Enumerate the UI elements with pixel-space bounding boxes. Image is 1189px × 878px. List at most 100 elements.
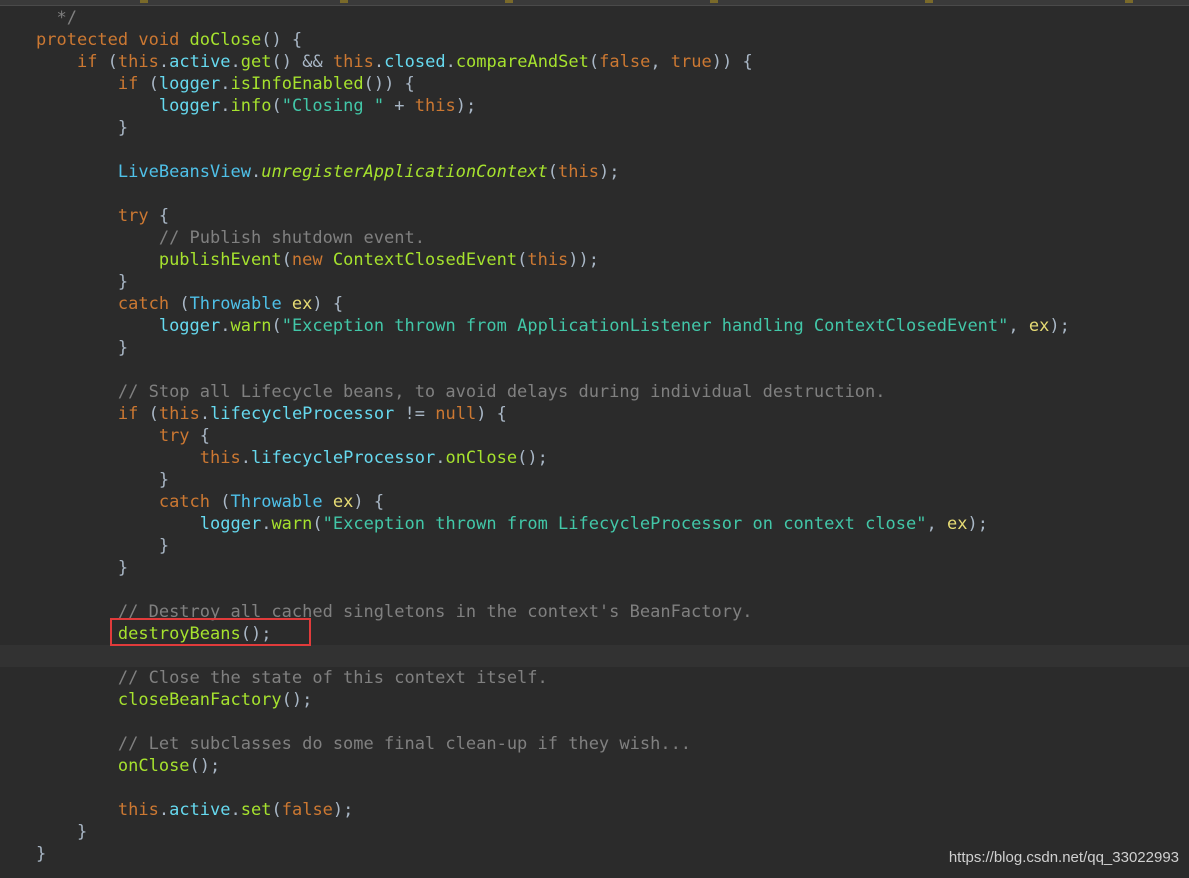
code-token: compareAndSet [455, 52, 589, 72]
code-line[interactable]: this.lifecycleProcessor.onClose(); [0, 447, 1189, 469]
code-token: ex [291, 294, 313, 314]
code-token: } [36, 272, 129, 292]
code-token: ( [148, 74, 159, 94]
code-token: this [558, 162, 599, 182]
code-token: null [435, 404, 477, 424]
code-token: doClose [189, 30, 262, 50]
code-token: } [36, 338, 129, 358]
code-token: closeBeanFactory [117, 690, 282, 710]
code-line[interactable]: logger.warn("Exception thrown from Lifec… [0, 513, 1189, 535]
code-line[interactable]: if (this.lifecycleProcessor != null) { [0, 403, 1189, 425]
code-line[interactable]: logger.info("Closing " + this); [0, 95, 1189, 117]
code-token: ); [967, 514, 988, 534]
code-token: )); [568, 250, 600, 270]
code-line[interactable] [0, 359, 1189, 381]
code-token: ( [271, 96, 282, 116]
code-line[interactable]: if (logger.isInfoEnabled()) { [0, 73, 1189, 95]
code-token: this [414, 96, 456, 116]
code-line[interactable]: } [0, 469, 1189, 491]
code-token: ( [148, 404, 159, 424]
code-token: . [199, 404, 211, 424]
code-token: onClose [117, 756, 190, 776]
code-line[interactable]: } [0, 557, 1189, 579]
code-line[interactable]: if (this.active.get() && this.closed.com… [0, 51, 1189, 73]
code-line[interactable]: closeBeanFactory(); [0, 689, 1189, 711]
code-token: publishEvent [158, 250, 282, 270]
code-line[interactable]: try { [0, 425, 1189, 447]
code-line[interactable]: // Close the state of this context itsel… [0, 667, 1189, 689]
code-line[interactable]: } [0, 117, 1189, 139]
code-line[interactable] [0, 579, 1189, 601]
code-line[interactable]: catch (Throwable ex) { [0, 491, 1189, 513]
code-line[interactable]: } [0, 535, 1189, 557]
code-token: protected [36, 30, 139, 50]
code-token: () && [271, 52, 333, 72]
code-token: ( [588, 52, 600, 72]
top-strip-mark [340, 0, 348, 3]
code-editor[interactable]: */protected void doClose() { if (this.ac… [0, 7, 1189, 865]
code-token: . [261, 514, 272, 534]
code-token: this [117, 52, 159, 72]
code-line[interactable]: } [0, 337, 1189, 359]
watermark: https://blog.csdn.net/qq_33022993 [948, 849, 1179, 866]
code-token: lifecycleProcessor [250, 448, 436, 468]
code-token: logger [158, 96, 221, 116]
code-token: unregisterApplicationContext [261, 162, 548, 182]
code-line[interactable] [0, 777, 1189, 799]
code-line[interactable]: onClose(); [0, 755, 1189, 777]
code-line[interactable]: publishEvent(new ContextClosedEvent(this… [0, 249, 1189, 271]
code-line[interactable]: */ [0, 7, 1189, 29]
code-token: ( [179, 294, 190, 314]
code-token: "Closing " [281, 96, 385, 116]
code-token: ) { [476, 404, 507, 424]
code-token: warn [230, 316, 272, 336]
code-token: (); [517, 448, 548, 468]
code-token: */ [36, 8, 77, 28]
code-token: Throwable [230, 492, 333, 512]
code-line[interactable] [0, 711, 1189, 733]
code-token: // Publish shutdown event. [158, 228, 425, 248]
code-token: { [199, 426, 211, 446]
code-token: true [670, 52, 712, 72]
code-line[interactable]: try { [0, 205, 1189, 227]
top-strip-mark [140, 0, 148, 3]
code-line[interactable]: } [0, 821, 1189, 843]
code-token: ( [271, 800, 282, 820]
code-token: // Let subclasses do some final clean-up… [117, 734, 692, 754]
code-token: + [384, 96, 415, 116]
code-line[interactable]: // Stop all Lifecycle beans, to avoid de… [0, 381, 1189, 403]
code-line[interactable]: } [0, 271, 1189, 293]
code-token: set [240, 800, 272, 820]
code-line[interactable]: // Let subclasses do some final clean-up… [0, 733, 1189, 755]
code-line[interactable] [0, 645, 1189, 667]
code-token: } [36, 536, 170, 556]
code-token: ( [312, 514, 323, 534]
code-line[interactable]: logger.warn("Exception thrown from Appli… [0, 315, 1189, 337]
code-token: ) { [353, 492, 385, 512]
code-token: logger [158, 74, 221, 94]
code-token: catch [117, 294, 180, 314]
code-line[interactable]: this.active.set(false); [0, 799, 1189, 821]
code-line[interactable]: catch (Throwable ex) { [0, 293, 1189, 315]
code-line[interactable] [0, 183, 1189, 205]
code-token: )) { [711, 52, 753, 72]
editor-top-strip [0, 0, 1189, 6]
code-token: , [926, 514, 947, 534]
code-token: isInfoEnabled [230, 74, 364, 94]
code-line[interactable]: // Publish shutdown event. [0, 227, 1189, 249]
code-line[interactable] [0, 139, 1189, 161]
code-line[interactable]: protected void doClose() { [0, 29, 1189, 51]
code-token: , [650, 52, 671, 72]
code-token: . [220, 74, 231, 94]
code-line[interactable]: LiveBeansView.unregisterApplicationConte… [0, 161, 1189, 183]
code-token: . [373, 52, 385, 72]
code-token: ( [107, 52, 118, 72]
